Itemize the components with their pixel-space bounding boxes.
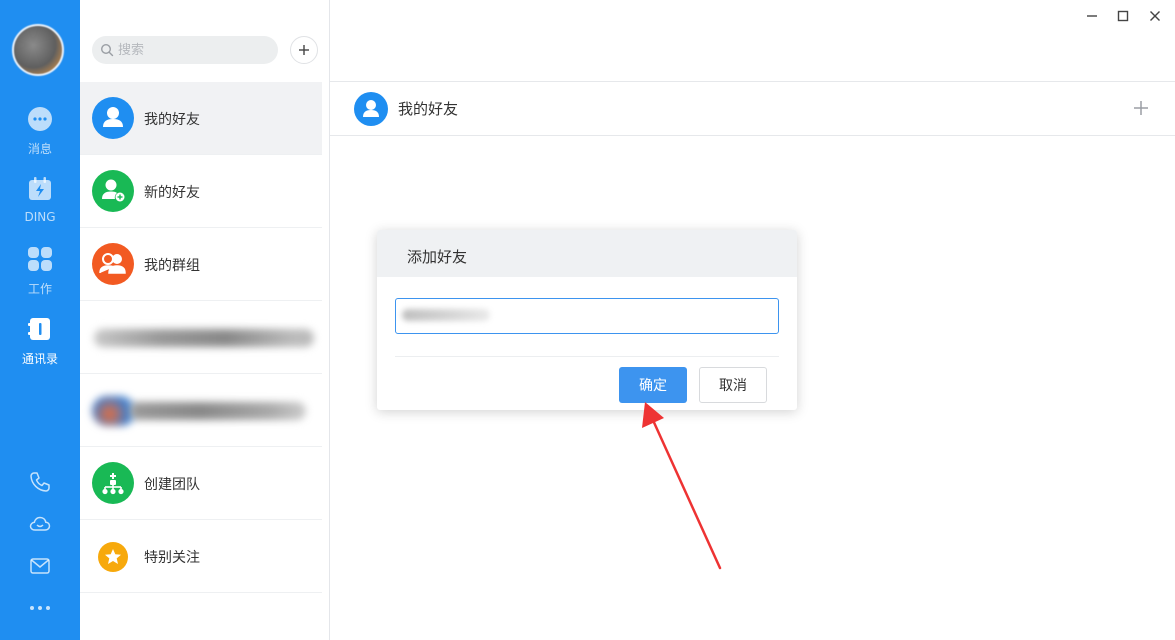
contacts-icon [28, 318, 50, 340]
search-input[interactable] [118, 40, 268, 60]
nav-item-work[interactable]: 工作 [0, 246, 80, 306]
nav-label: 消息 [27, 142, 52, 156]
contact-row-label: 特别关注 [144, 550, 200, 566]
nav-item-messages[interactable]: 消息 [0, 106, 80, 166]
plus-icon[interactable] [1129, 96, 1153, 120]
close-icon[interactable] [1145, 6, 1165, 26]
person-icon [92, 97, 134, 139]
person-icon [354, 92, 388, 126]
dialog-title: 添加好友 [407, 248, 468, 266]
redacted-content [130, 402, 306, 420]
main-header: 我的好友 [330, 82, 1175, 136]
apps-grid-icon [28, 247, 52, 271]
cloud-icon[interactable] [28, 512, 52, 536]
redacted-content [402, 309, 490, 321]
team-tree-icon [92, 462, 134, 504]
contact-row-label: 我的群组 [144, 258, 200, 274]
group-icon [92, 243, 134, 285]
contact-row-redacted[interactable] [80, 374, 322, 447]
page-title: 我的好友 [398, 100, 459, 118]
user-avatar[interactable] [12, 24, 64, 76]
chat-icon [28, 107, 52, 131]
contact-row-new-friends[interactable]: 新的好友 [80, 155, 322, 228]
maximize-icon[interactable] [1113, 6, 1133, 26]
contact-row-my-groups[interactable]: 我的群组 [80, 228, 322, 301]
nav-label: 通讯录 [21, 352, 58, 366]
redacted-content [94, 329, 314, 347]
contacts-column: 我的好友 新的好友 我的群组 [80, 0, 330, 640]
cancel-button[interactable]: 取消 [699, 367, 767, 403]
dialog-header: 添加好友 [377, 230, 797, 277]
navigation-rail: 消息 DING 工作 通讯录 [0, 0, 80, 640]
plus-icon [299, 45, 309, 55]
minimize-icon[interactable] [1082, 6, 1102, 26]
contact-row-label: 创建团队 [144, 477, 200, 493]
phone-icon[interactable] [28, 470, 52, 494]
add-friend-dialog: 添加好友 确定 取消 [377, 230, 797, 410]
contact-row-label: 新的好友 [144, 185, 200, 201]
nav-label: DING [24, 210, 56, 224]
star-icon [98, 542, 128, 572]
contact-row-create-team[interactable]: 创建团队 [80, 447, 322, 520]
mail-icon[interactable] [28, 554, 52, 578]
search-icon [100, 43, 114, 57]
contact-row-redacted[interactable] [80, 301, 322, 374]
dialog-divider [395, 356, 779, 357]
add-person-icon [92, 170, 134, 212]
nav-item-contacts[interactable]: 通讯录 [0, 316, 80, 376]
ding-icon [29, 177, 51, 200]
nav-item-ding[interactable]: DING [0, 176, 80, 236]
contact-row-special-follow[interactable]: 特别关注 [80, 520, 322, 593]
friend-id-input[interactable] [395, 298, 779, 334]
nav-label: 工作 [27, 282, 52, 296]
add-button[interactable] [290, 36, 318, 64]
confirm-button[interactable]: 确定 [619, 367, 687, 403]
search-box[interactable] [92, 36, 278, 64]
contact-row-label: 我的好友 [144, 112, 200, 128]
more-icon[interactable] [28, 596, 52, 620]
contact-row-my-friends[interactable]: 我的好友 [80, 82, 322, 155]
